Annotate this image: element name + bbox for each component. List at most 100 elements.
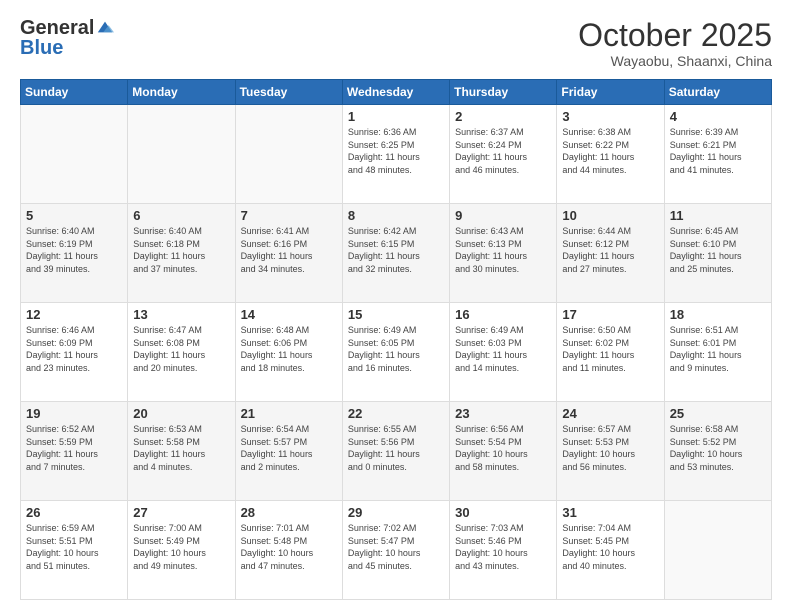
day-info: Sunrise: 6:57 AM Sunset: 5:53 PM Dayligh… — [562, 423, 658, 473]
table-row: 12 Sunrise: 6:46 AM Sunset: 6:09 PM Dayli… — [21, 303, 128, 402]
day-number: 15 — [348, 307, 444, 322]
location-title: Wayaobu, Shaanxi, China — [578, 53, 772, 69]
table-row: 23 Sunrise: 6:56 AM Sunset: 5:54 PM Dayli… — [450, 402, 557, 501]
table-row: 29 Sunrise: 7:02 AM Sunset: 5:47 PM Dayli… — [342, 501, 449, 600]
table-row: 18 Sunrise: 6:51 AM Sunset: 6:01 PM Dayli… — [664, 303, 771, 402]
page: General Blue October 2025 Wayaobu, Shaan… — [0, 0, 792, 612]
day-info: Sunrise: 6:53 AM Sunset: 5:58 PM Dayligh… — [133, 423, 229, 473]
day-info: Sunrise: 6:37 AM Sunset: 6:24 PM Dayligh… — [455, 126, 551, 176]
calendar-row: 5 Sunrise: 6:40 AM Sunset: 6:19 PM Daylig… — [21, 204, 772, 303]
day-info: Sunrise: 6:51 AM Sunset: 6:01 PM Dayligh… — [670, 324, 766, 374]
day-info: Sunrise: 6:38 AM Sunset: 6:22 PM Dayligh… — [562, 126, 658, 176]
table-row: 15 Sunrise: 6:49 AM Sunset: 6:05 PM Dayli… — [342, 303, 449, 402]
day-info: Sunrise: 6:50 AM Sunset: 6:02 PM Dayligh… — [562, 324, 658, 374]
day-info: Sunrise: 7:04 AM Sunset: 5:45 PM Dayligh… — [562, 522, 658, 572]
day-number: 30 — [455, 505, 551, 520]
day-info: Sunrise: 6:54 AM Sunset: 5:57 PM Dayligh… — [241, 423, 337, 473]
day-number: 21 — [241, 406, 337, 421]
month-title: October 2025 — [578, 18, 772, 53]
table-row: 9 Sunrise: 6:43 AM Sunset: 6:13 PM Daylig… — [450, 204, 557, 303]
header-saturday: Saturday — [664, 80, 771, 105]
table-row — [21, 105, 128, 204]
logo-blue: Blue — [20, 37, 63, 59]
day-info: Sunrise: 7:02 AM Sunset: 5:47 PM Dayligh… — [348, 522, 444, 572]
day-number: 29 — [348, 505, 444, 520]
table-row: 5 Sunrise: 6:40 AM Sunset: 6:19 PM Daylig… — [21, 204, 128, 303]
day-info: Sunrise: 6:39 AM Sunset: 6:21 PM Dayligh… — [670, 126, 766, 176]
table-row: 22 Sunrise: 6:55 AM Sunset: 5:56 PM Dayli… — [342, 402, 449, 501]
day-info: Sunrise: 7:00 AM Sunset: 5:49 PM Dayligh… — [133, 522, 229, 572]
table-row: 26 Sunrise: 6:59 AM Sunset: 5:51 PM Dayli… — [21, 501, 128, 600]
day-info: Sunrise: 6:42 AM Sunset: 6:15 PM Dayligh… — [348, 225, 444, 275]
day-info: Sunrise: 6:56 AM Sunset: 5:54 PM Dayligh… — [455, 423, 551, 473]
table-row: 4Sunrise: 6:39 AM Sunset: 6:21 PM Daylig… — [664, 105, 771, 204]
header: General Blue October 2025 Wayaobu, Shaan… — [20, 18, 772, 69]
logo-general: General — [20, 18, 94, 38]
day-number: 26 — [26, 505, 122, 520]
day-info: Sunrise: 6:52 AM Sunset: 5:59 PM Dayligh… — [26, 423, 122, 473]
day-info: Sunrise: 7:01 AM Sunset: 5:48 PM Dayligh… — [241, 522, 337, 572]
table-row — [235, 105, 342, 204]
day-number: 18 — [670, 307, 766, 322]
day-info: Sunrise: 6:46 AM Sunset: 6:09 PM Dayligh… — [26, 324, 122, 374]
day-info: Sunrise: 6:48 AM Sunset: 6:06 PM Dayligh… — [241, 324, 337, 374]
header-sunday: Sunday — [21, 80, 128, 105]
day-info: Sunrise: 7:03 AM Sunset: 5:46 PM Dayligh… — [455, 522, 551, 572]
day-number: 17 — [562, 307, 658, 322]
table-row: 30 Sunrise: 7:03 AM Sunset: 5:46 PM Dayli… — [450, 501, 557, 600]
table-row: 14Sunrise: 6:48 AM Sunset: 6:06 PM Dayli… — [235, 303, 342, 402]
day-number: 27 — [133, 505, 229, 520]
day-info: Sunrise: 6:55 AM Sunset: 5:56 PM Dayligh… — [348, 423, 444, 473]
table-row: 27 Sunrise: 7:00 AM Sunset: 5:49 PM Dayli… — [128, 501, 235, 600]
header-monday: Monday — [128, 80, 235, 105]
title-block: October 2025 Wayaobu, Shaanxi, China — [578, 18, 772, 69]
table-row: 25Sunrise: 6:58 AM Sunset: 5:52 PM Dayli… — [664, 402, 771, 501]
day-number: 25 — [670, 406, 766, 421]
table-row: 11 Sunrise: 6:45 AM Sunset: 6:10 PM Dayli… — [664, 204, 771, 303]
table-row: 17 Sunrise: 6:50 AM Sunset: 6:02 PM Dayli… — [557, 303, 664, 402]
day-number: 24 — [562, 406, 658, 421]
table-row: 8Sunrise: 6:42 AM Sunset: 6:15 PM Daylig… — [342, 204, 449, 303]
day-info: Sunrise: 6:49 AM Sunset: 6:03 PM Dayligh… — [455, 324, 551, 374]
day-info: Sunrise: 6:40 AM Sunset: 6:18 PM Dayligh… — [133, 225, 229, 275]
day-info: Sunrise: 6:59 AM Sunset: 5:51 PM Dayligh… — [26, 522, 122, 572]
logo-icon — [96, 18, 114, 36]
day-number: 19 — [26, 406, 122, 421]
day-number: 23 — [455, 406, 551, 421]
calendar-row: 19 Sunrise: 6:52 AM Sunset: 5:59 PM Dayli… — [21, 402, 772, 501]
day-info: Sunrise: 6:40 AM Sunset: 6:19 PM Dayligh… — [26, 225, 122, 275]
header-friday: Friday — [557, 80, 664, 105]
logo: General Blue — [20, 18, 114, 58]
table-row: 19 Sunrise: 6:52 AM Sunset: 5:59 PM Dayli… — [21, 402, 128, 501]
day-info: Sunrise: 6:49 AM Sunset: 6:05 PM Dayligh… — [348, 324, 444, 374]
day-number: 12 — [26, 307, 122, 322]
day-number: 28 — [241, 505, 337, 520]
calendar-row: 26 Sunrise: 6:59 AM Sunset: 5:51 PM Dayli… — [21, 501, 772, 600]
calendar-row: 1Sunrise: 6:36 AM Sunset: 6:25 PM Daylig… — [21, 105, 772, 204]
day-number: 11 — [670, 208, 766, 223]
calendar-header-row: Sunday Monday Tuesday Wednesday Thursday… — [21, 80, 772, 105]
table-row: 7 Sunrise: 6:41 AM Sunset: 6:16 PM Daylig… — [235, 204, 342, 303]
day-number: 9 — [455, 208, 551, 223]
day-number: 6 — [133, 208, 229, 223]
day-info: Sunrise: 6:44 AM Sunset: 6:12 PM Dayligh… — [562, 225, 658, 275]
day-number: 16 — [455, 307, 551, 322]
table-row: 31Sunrise: 7:04 AM Sunset: 5:45 PM Dayli… — [557, 501, 664, 600]
table-row: 6 Sunrise: 6:40 AM Sunset: 6:18 PM Daylig… — [128, 204, 235, 303]
day-info: Sunrise: 6:43 AM Sunset: 6:13 PM Dayligh… — [455, 225, 551, 275]
table-row: 1Sunrise: 6:36 AM Sunset: 6:25 PM Daylig… — [342, 105, 449, 204]
day-number: 7 — [241, 208, 337, 223]
table-row: 20Sunrise: 6:53 AM Sunset: 5:58 PM Dayli… — [128, 402, 235, 501]
header-wednesday: Wednesday — [342, 80, 449, 105]
day-info: Sunrise: 6:45 AM Sunset: 6:10 PM Dayligh… — [670, 225, 766, 275]
day-number: 2 — [455, 109, 551, 124]
table-row: 16 Sunrise: 6:49 AM Sunset: 6:03 PM Dayli… — [450, 303, 557, 402]
day-info: Sunrise: 6:41 AM Sunset: 6:16 PM Dayligh… — [241, 225, 337, 275]
day-number: 22 — [348, 406, 444, 421]
day-number: 5 — [26, 208, 122, 223]
table-row — [128, 105, 235, 204]
header-tuesday: Tuesday — [235, 80, 342, 105]
day-number: 3 — [562, 109, 658, 124]
day-number: 13 — [133, 307, 229, 322]
table-row: 21 Sunrise: 6:54 AM Sunset: 5:57 PM Dayli… — [235, 402, 342, 501]
